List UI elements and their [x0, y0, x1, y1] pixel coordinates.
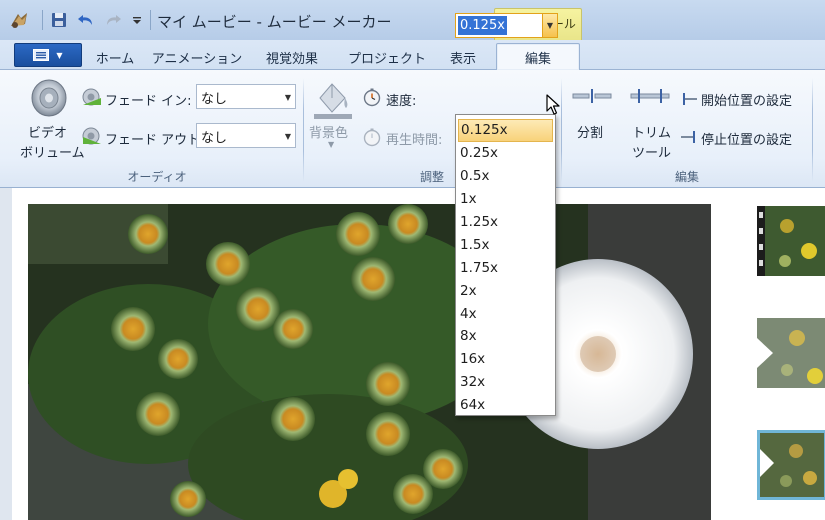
background-color-button[interactable] [312, 78, 354, 123]
duration-stopwatch-icon [362, 127, 382, 150]
chevron-down-icon: ▼ [284, 93, 291, 102]
qat-separator [150, 10, 151, 30]
fade-out-icon [82, 127, 102, 148]
video-volume-label-1: ビデオ [28, 126, 68, 141]
chevron-down-icon: ▼ [546, 21, 554, 30]
speed-option[interactable]: 1x [456, 188, 555, 211]
fade-in-icon [82, 88, 102, 109]
trim-icon [630, 89, 670, 103]
title-bar: マイ ムービー - ムービー メーカー ビデオ ツール [0, 0, 825, 40]
tab-edit[interactable]: 編集 [496, 43, 580, 71]
speed-option[interactable]: 64x [456, 394, 555, 417]
speed-stopwatch-icon [362, 87, 382, 110]
fade-out-value: なし [201, 131, 228, 146]
speed-option[interactable]: 8x [456, 325, 555, 348]
split-label: 分割 [577, 126, 604, 141]
speed-dropdown-list: 0.125x 0.25x 0.5x 1x 1.25x 1.5x 1.75x 2x 4x 8x 16x… [455, 114, 556, 416]
speed-option[interactable]: 1.25x [456, 211, 555, 234]
speed-option[interactable]: 32x [456, 371, 555, 394]
speed-option[interactable]: 0.25x [456, 142, 555, 165]
tab-animations[interactable]: アニメーション [148, 44, 246, 70]
app-menu-icon [33, 49, 50, 61]
speed-option[interactable]: 1.75x [456, 257, 555, 280]
duration-label: 再生時間: [386, 133, 443, 148]
fade-in-select[interactable]: なし ▼ [196, 84, 296, 109]
split-icon [572, 89, 612, 103]
trim-tool-button[interactable] [630, 89, 670, 106]
audio-group-label: オーディオ [127, 170, 187, 184]
ribbon-tab-row: ▼ ホーム アニメーション 視覚効果 プロジェクト 表示 編集 [0, 40, 825, 71]
speed-dropdown-button[interactable]: ▼ [542, 13, 558, 38]
speed-option[interactable]: 0.125x [458, 119, 553, 142]
fade-out-label: フェード アウト: [105, 133, 205, 148]
speed-option[interactable]: 2x [456, 280, 555, 303]
window-title: マイ ムービー - ムービー メーカー [157, 13, 392, 31]
undo-icon[interactable] [77, 11, 95, 29]
speed-combobox[interactable]: 0.125x ▼ [455, 13, 558, 38]
tab-view[interactable]: 表示 [438, 44, 488, 70]
edit-group-label: 編集 [674, 170, 699, 184]
speed-option[interactable]: 1.5x [456, 234, 555, 257]
dandelion-video-frame [28, 204, 711, 520]
video-volume-button[interactable] [28, 78, 68, 121]
group-separator [812, 78, 813, 182]
storyboard-clip-thumbnail[interactable] [757, 206, 825, 276]
mouse-cursor-icon [546, 94, 562, 119]
ribbon-panel: ビデオ ボリューム フェード イン: なし ▼ フェード アウト: なし ▼ オ… [0, 70, 825, 188]
set-start-point-icon[interactable] [680, 93, 698, 108]
file-menu-button[interactable]: ▼ [14, 43, 82, 67]
video-volume-label-2: ボリューム [20, 146, 85, 161]
set-end-point-icon[interactable] [680, 131, 698, 146]
tab-home[interactable]: ホーム [84, 44, 146, 70]
chevron-down-icon: ▼ [284, 132, 291, 141]
speed-option[interactable]: 16x [456, 348, 555, 371]
speed-option[interactable]: 4x [456, 303, 555, 326]
paint-bucket-icon [314, 83, 352, 119]
trim-label-1: トリム [632, 126, 672, 141]
speed-option[interactable]: 0.5x [456, 165, 555, 188]
set-start-point-label[interactable]: 開始位置の設定 [701, 90, 792, 109]
chevron-down-icon: ▼ [56, 50, 63, 60]
movie-maker-app-icon[interactable] [9, 10, 29, 30]
redo-icon[interactable] [104, 11, 122, 29]
workspace [0, 188, 825, 520]
pane-edge [0, 188, 12, 520]
speed-label: 速度: [386, 94, 417, 109]
background-color-label: 背景色 [309, 126, 349, 141]
storyboard-clip-thumbnail-selected[interactable] [757, 430, 825, 500]
speed-value[interactable]: 0.125x [458, 16, 507, 35]
group-separator [303, 78, 304, 182]
split-button[interactable] [572, 89, 612, 106]
qat-customize-icon[interactable] [128, 11, 146, 29]
storyboard-pane [735, 188, 825, 520]
chevron-down-icon: ▼ [328, 140, 335, 149]
fade-in-value: なし [201, 92, 228, 107]
save-icon[interactable] [50, 11, 68, 29]
trim-label-2: ツール [632, 146, 672, 161]
fade-in-label: フェード イン: [105, 94, 192, 109]
speaker-icon [31, 79, 67, 117]
set-end-point-label[interactable]: 停止位置の設定 [701, 129, 792, 148]
video-preview[interactable] [28, 204, 711, 520]
qat-separator [42, 10, 43, 30]
tab-project[interactable]: プロジェクト [340, 44, 434, 70]
storyboard-clip-thumbnail[interactable] [757, 318, 825, 388]
fade-out-select[interactable]: なし ▼ [196, 123, 296, 148]
tab-visual-effects[interactable]: 視覚効果 [252, 44, 332, 70]
